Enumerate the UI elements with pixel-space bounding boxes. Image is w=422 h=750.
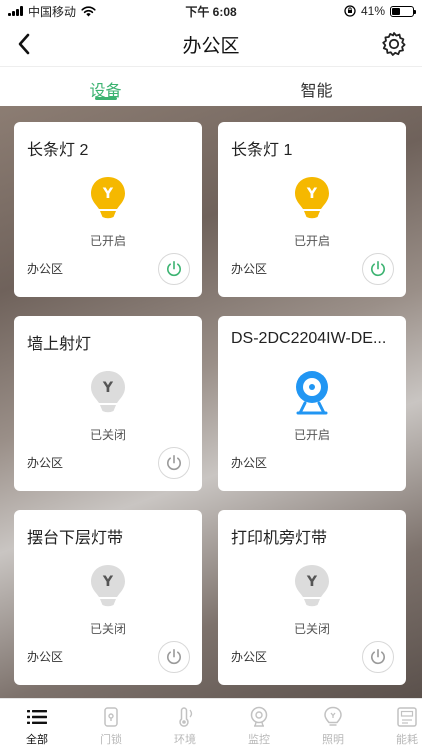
nav-bar: 办公区 [0, 22, 422, 66]
device-room: 办公区 [231, 650, 268, 664]
device-name: 摆台下层灯带 [27, 530, 124, 547]
power-icon [167, 260, 181, 277]
bottom-tab-monitor[interactable]: 监控 [222, 699, 296, 750]
svg-text:Y: Y [306, 574, 318, 590]
device-card[interactable]: DS-2DC2204IW-DE... 已开启 办公区 [218, 316, 406, 491]
rotation-lock-icon [344, 5, 356, 17]
gear-icon [382, 32, 406, 56]
bottom-tab-label: 监控 [248, 734, 270, 746]
device-card[interactable]: 打印机旁灯带 Y 已关闭 办公区 [218, 510, 406, 685]
svg-text:Y: Y [306, 186, 318, 202]
meter-icon [397, 707, 417, 727]
device-status: 已关闭 [89, 622, 126, 636]
status-left: 中国移动 [8, 3, 96, 20]
signal-icon [8, 6, 23, 16]
segment-tabs: 设备 智能 [0, 66, 422, 106]
svg-text:Y: Y [102, 574, 114, 590]
bottom-tab-all[interactable]: 全部 [0, 699, 74, 750]
status-right: 41% [344, 4, 416, 18]
device-name: 墙上射灯 [27, 336, 92, 353]
bottom-tab-label: 照明 [322, 734, 344, 746]
status-bar: 中国移动 下午 6:08 41% [0, 0, 422, 22]
camera-icon [250, 706, 268, 727]
bottom-tab-energy[interactable]: 能耗 [370, 699, 422, 750]
device-name: 长条灯 1 [231, 142, 293, 159]
device-list[interactable]: 长条灯 2 Y 已开启 办公区 长条灯 1 Y 已开启 办公区 墙上射灯 Y 已… [0, 106, 422, 698]
bottom-tab-environment[interactable]: 环境 [148, 699, 222, 750]
tab-smart[interactable]: 智能 [211, 67, 422, 106]
device-status: 已开启 [293, 234, 330, 248]
device-room: 办公区 [231, 456, 268, 470]
power-icon [167, 454, 181, 471]
device-card[interactable]: 长条灯 1 Y 已开启 办公区 [218, 122, 406, 297]
device-card[interactable]: 墙上射灯 Y 已关闭 办公区 [14, 316, 202, 491]
wifi-icon [81, 5, 96, 16]
bulb-icon: Y [91, 565, 125, 607]
device-grid: 长条灯 2 Y 已开启 办公区 长条灯 1 Y 已开启 办公区 墙上射灯 Y 已… [14, 122, 408, 685]
bulb-icon: Y [295, 565, 329, 607]
device-status: 已开启 [293, 428, 330, 442]
power-icon [371, 260, 385, 277]
device-card[interactable]: 摆台下层灯带 Y 已关闭 办公区 [14, 510, 202, 685]
bulb-icon [324, 706, 342, 726]
svg-text:Y: Y [102, 380, 114, 396]
page-title: 办公区 [182, 35, 240, 57]
battery-percent: 41% [360, 4, 385, 18]
svg-text:Y: Y [102, 186, 114, 202]
bulb-icon: Y [91, 371, 125, 413]
bottom-tab-label: 全部 [26, 734, 48, 746]
battery-icon [390, 5, 416, 17]
device-status: 已关闭 [89, 428, 126, 442]
device-name: 长条灯 2 [27, 142, 89, 159]
power-button[interactable] [158, 447, 190, 479]
environment-icon [179, 707, 193, 727]
lock-icon [104, 707, 118, 727]
device-room: 办公区 [27, 650, 64, 664]
power-button[interactable] [362, 641, 394, 673]
device-name: DS-2DC2204IW-DE... [231, 330, 387, 347]
device-status: 已关闭 [293, 622, 330, 636]
device-name: 打印机旁灯带 [231, 530, 328, 547]
device-card[interactable]: 长条灯 2 Y 已开启 办公区 [14, 122, 202, 297]
bottom-tab-lighting[interactable]: 照明 [296, 699, 370, 750]
device-status: 已开启 [89, 234, 126, 248]
bulb-icon: Y [91, 177, 125, 219]
tab-devices[interactable]: 设备 [0, 67, 211, 106]
power-button[interactable] [158, 253, 190, 285]
list-icon [27, 710, 47, 724]
power-icon [167, 648, 181, 665]
device-room: 办公区 [231, 262, 268, 276]
settings-button[interactable] [376, 26, 412, 62]
bottom-tab-label: 门锁 [100, 734, 122, 746]
power-button[interactable] [158, 641, 190, 673]
device-room: 办公区 [27, 262, 64, 276]
chevron-left-icon [18, 33, 30, 55]
bottom-tab-label: 能耗 [396, 734, 418, 746]
bottom-tab-bar: 全部 门锁 环境 监控 照明 能耗 [0, 698, 422, 750]
power-icon [371, 648, 385, 665]
bulb-icon: Y [295, 177, 329, 219]
bottom-tab-lock[interactable]: 门锁 [74, 699, 148, 750]
device-room: 办公区 [27, 456, 64, 470]
back-button[interactable] [6, 26, 42, 62]
bottom-tab-label: 环境 [174, 734, 196, 746]
carrier-label: 中国移动 [28, 4, 77, 19]
power-button[interactable] [362, 253, 394, 285]
battery-fill [392, 7, 401, 15]
camera-icon [296, 371, 328, 415]
